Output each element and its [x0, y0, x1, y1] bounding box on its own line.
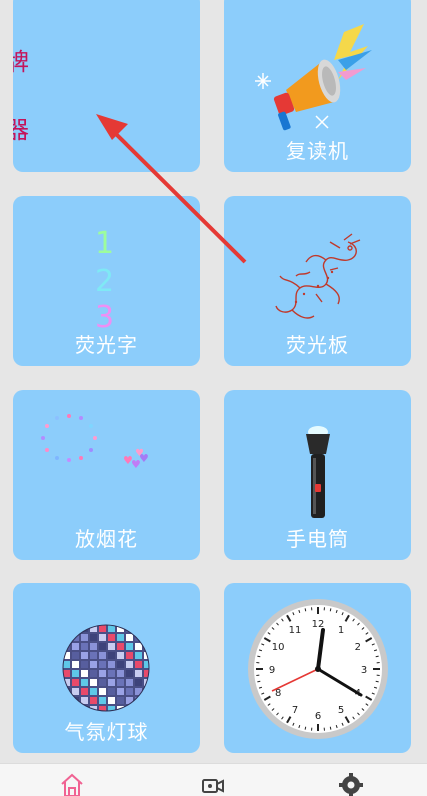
tile-label-fireworks: 放烟花 [75, 527, 138, 551]
tile-glow-board[interactable]: 荧光板 [224, 196, 411, 366]
fireworks-icon: ♥ ♥ ♥ ♥ [41, 414, 149, 471]
tile-repeater[interactable]: 复读机 [224, 0, 411, 172]
video-icon[interactable] [200, 772, 226, 796]
tile-disco-ball[interactable]: 气氛灯球 [13, 583, 200, 753]
tool-grid: 牌 器 复读机 1 2 3 荧光字 荧光板 ♥ ♥ ♥ ♥ 放烟花 手电筒 气氛… [0, 0, 427, 760]
tile-partial-top-left[interactable]: 牌 器 [13, 0, 200, 172]
tile-label-glow-text: 荧光字 [75, 333, 138, 357]
clock-number: 2 [355, 642, 361, 653]
clock-number: 1 [338, 625, 344, 636]
clock-icon: 121234567891011 [248, 599, 388, 739]
tile-clock[interactable]: 121234567891011 [224, 583, 411, 753]
clock-number: 5 [338, 705, 344, 716]
flashlight-icon [306, 426, 330, 518]
partial-text-1: 牌 [13, 48, 29, 76]
clock-number: 9 [269, 665, 275, 676]
tile-fireworks[interactable]: ♥ ♥ ♥ ♥ 放烟花 [13, 390, 200, 560]
tile-label-flashlight: 手电筒 [286, 527, 349, 551]
tile-label-glow-board: 荧光板 [286, 333, 349, 357]
svg-text:♥: ♥ [135, 448, 144, 459]
megaphone-icon [255, 24, 372, 131]
disco-ball-icon [62, 624, 150, 712]
clock-number: 7 [292, 705, 298, 716]
clock-number: 3 [361, 665, 367, 676]
clock-number: 6 [315, 711, 321, 722]
clock-number: 10 [272, 642, 285, 653]
bottom-nav [0, 763, 427, 796]
partial-text-2: 器 [13, 116, 29, 144]
home-icon[interactable] [59, 772, 85, 796]
dragon-icon [275, 233, 361, 319]
tile-glow-text[interactable]: 1 2 3 荧光字 [13, 196, 200, 366]
tile-label-repeater: 复读机 [286, 139, 349, 163]
tile-flashlight[interactable]: 手电筒 [224, 390, 411, 560]
digit-2: 2 [95, 264, 115, 299]
digit-1: 1 [95, 226, 115, 261]
tile-label-disco-ball: 气氛灯球 [64, 720, 149, 744]
clock-number: 11 [289, 625, 302, 636]
gear-icon[interactable] [338, 772, 364, 796]
